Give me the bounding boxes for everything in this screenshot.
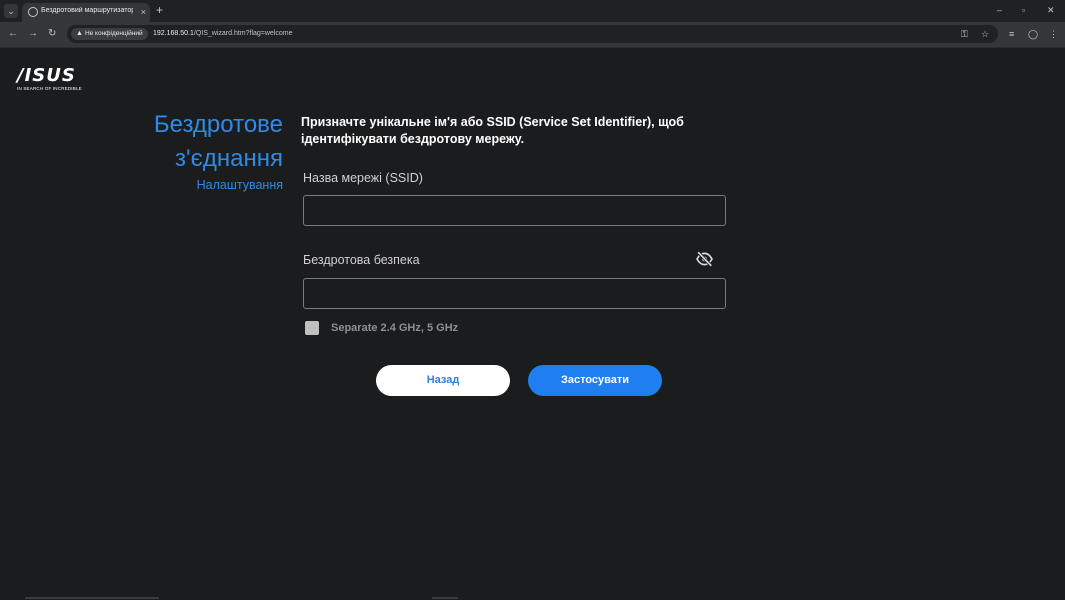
title-line-1: Бездротове	[153, 111, 283, 138]
separate-bands-label: Separate 2.4 GHz, 5 GHz	[331, 322, 459, 334]
security-key-input[interactable]	[303, 278, 726, 309]
form-description: Призначте унікальне ім'я або SSID (Servi…	[301, 115, 684, 146]
minimize-button[interactable]: –	[997, 3, 1002, 17]
logo-tagline: IN SEARCH OF INCREDIBLE	[17, 86, 82, 91]
url-text[interactable]: 192.168.50.1/QIS_wizard.htm?flag=welcome	[153, 29, 293, 39]
security-label: Бездротова безпека	[303, 253, 420, 267]
bottom-divider-center	[432, 597, 458, 599]
ssid-input[interactable]	[303, 195, 726, 226]
apply-button[interactable]: Застосувати	[528, 365, 662, 396]
separate-bands-checkbox[interactable]	[305, 321, 319, 335]
tab-title: Бездротовий маршрутизатор A	[41, 7, 133, 14]
forward-icon[interactable]: →	[28, 28, 38, 40]
router-setup-page: /ISUS IN SEARCH OF INCREDIBLE Бездротове…	[0, 49, 1065, 600]
key-icon[interactable]: ⚿	[961, 28, 968, 40]
logo-text: /ISUS	[17, 65, 76, 86]
bottom-divider-left	[25, 597, 159, 599]
security-chip[interactable]: ▲ Не конфіденційний	[71, 28, 148, 40]
back-button[interactable]: Назад	[376, 365, 510, 396]
menu-icon[interactable]: ⋮	[1049, 28, 1058, 40]
tab-search-button[interactable]: ⌄	[4, 4, 18, 18]
security-label: Не конфіденційний	[84, 30, 143, 37]
url-path: /QIS_wizard.htm?flag=welcome	[193, 30, 293, 37]
close-window-button[interactable]: ✕	[1047, 3, 1055, 17]
title-line-2: з'єднання	[175, 145, 283, 172]
extensions-icon[interactable]: ≡	[1009, 28, 1014, 40]
maximize-button[interactable]: ▫	[1022, 3, 1025, 17]
ssid-label: Назва мережі (SSID)	[303, 171, 423, 185]
browser-tab[interactable]: Бездротовий маршрутизатор A ×	[22, 3, 150, 22]
url-host: 192.168.50.1	[153, 30, 194, 37]
section-subtitle: Налаштування	[196, 178, 283, 192]
section-title: Бездротове з'єднання Налаштування	[154, 108, 283, 192]
browser-tab-bar: ⌄ Бездротовий маршрутизатор A × + – ▫ ✕	[0, 0, 1065, 22]
profile-icon[interactable]: ◯	[1028, 28, 1038, 40]
asus-logo: /ISUS IN SEARCH OF INCREDIBLE	[17, 65, 82, 92]
star-icon[interactable]: ☆	[981, 28, 989, 40]
address-bar[interactable]: ▲ Не конфіденційний 192.168.50.1/QIS_wiza…	[67, 25, 998, 43]
back-icon[interactable]: ←	[8, 28, 18, 40]
browser-toolbar: ← → ↻ ▲ Не конфіденційний 192.168.50.1/QI…	[0, 22, 1065, 48]
reload-icon[interactable]: ↻	[48, 28, 56, 40]
new-tab-button[interactable]: +	[156, 3, 163, 18]
warning-icon: ▲	[76, 30, 83, 37]
hide-password-icon[interactable]	[695, 250, 714, 268]
close-tab-icon[interactable]: ×	[141, 6, 146, 18]
globe-icon	[28, 7, 38, 17]
